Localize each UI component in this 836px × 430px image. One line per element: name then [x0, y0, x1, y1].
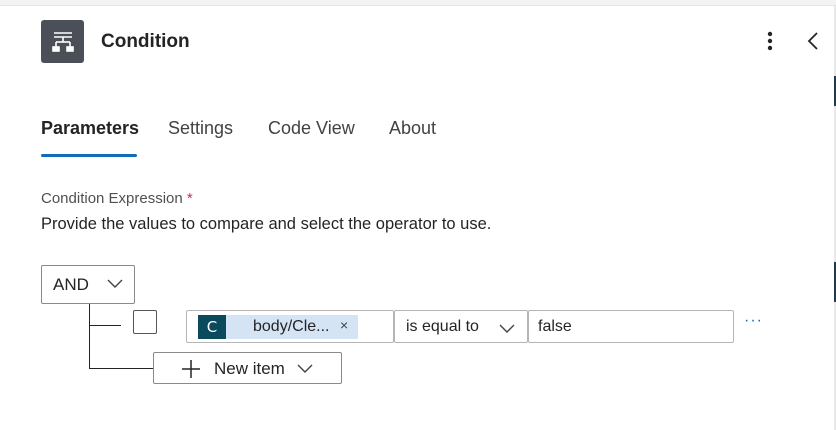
tab-code-view[interactable]: Code View	[268, 118, 355, 139]
tab-parameters[interactable]: Parameters	[41, 118, 139, 139]
dynamic-content-token[interactable]: C body/Cle... ×	[198, 315, 358, 339]
tab-about[interactable]: About	[389, 118, 436, 139]
condition-label-text: Condition Expression	[41, 190, 183, 207]
condition-description: Provide the values to compare and select…	[41, 215, 492, 233]
left-operand-field[interactable]: C body/Cle... ×	[186, 310, 394, 343]
row-more-options-button[interactable]: ···	[744, 312, 763, 330]
chevron-left-icon	[807, 32, 818, 50]
required-marker: *	[186, 190, 193, 207]
active-tab-indicator	[41, 154, 137, 157]
right-operand-value: false	[538, 317, 572, 335]
remove-token-button[interactable]: ×	[340, 317, 348, 333]
tree-connector	[89, 368, 153, 369]
group-operator-dropdown[interactable]: AND	[41, 265, 135, 304]
new-item-button[interactable]: New item	[153, 352, 342, 384]
condition-icon	[41, 20, 84, 63]
tree-connector	[89, 304, 90, 368]
right-operand-field[interactable]: false	[528, 310, 734, 343]
row-select-checkbox[interactable]	[133, 310, 157, 334]
page-title: Condition	[101, 31, 190, 52]
new-item-label: New item	[214, 359, 285, 378]
group-operator-value: AND	[53, 274, 89, 294]
operator-value: is equal to	[406, 317, 479, 335]
token-label: body/Cle...	[253, 318, 330, 335]
more-vertical-icon	[767, 31, 773, 51]
comparison-operator-dropdown[interactable]: is equal to	[394, 310, 528, 343]
chevron-down-icon	[107, 279, 123, 288]
connector-icon: C	[198, 315, 226, 339]
chevron-down-icon	[297, 364, 313, 373]
chevron-down-icon	[499, 324, 515, 333]
collapse-panel-button[interactable]	[800, 28, 826, 54]
tree-connector	[89, 325, 121, 326]
tab-settings[interactable]: Settings	[168, 118, 233, 139]
condition-expression-label: Condition Expression *	[41, 190, 193, 207]
panel-header: Condition	[0, 6, 834, 78]
more-options-button[interactable]	[757, 28, 783, 54]
plus-icon	[182, 360, 200, 378]
